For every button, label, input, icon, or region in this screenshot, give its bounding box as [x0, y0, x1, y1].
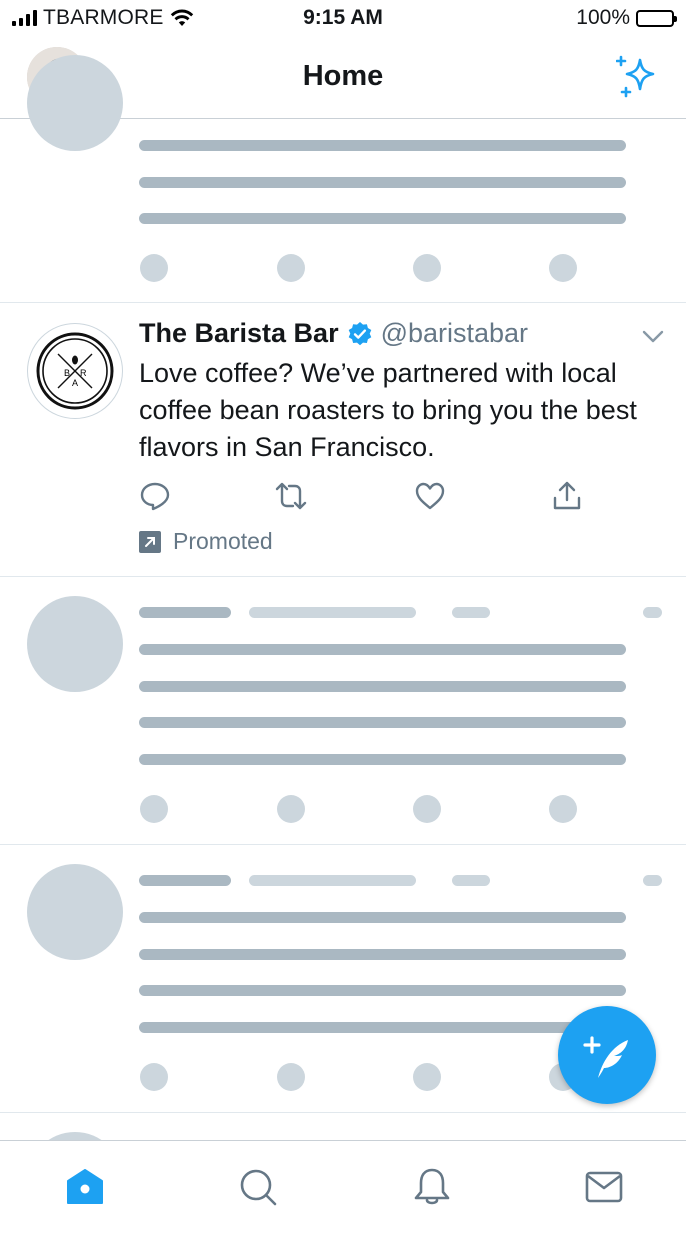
avatar-placeholder [27, 55, 123, 151]
text-placeholder [139, 985, 626, 996]
battery-percent: 100% [576, 6, 630, 29]
messages-icon[interactable] [584, 1167, 624, 1207]
handle-placeholder [249, 607, 416, 618]
logo-letter: B [64, 368, 70, 378]
promoted-icon [139, 530, 161, 553]
battery-status: 100% [576, 6, 677, 30]
text-placeholder [139, 912, 626, 923]
action-placeholder [549, 254, 577, 282]
text-placeholder [139, 177, 626, 188]
text-placeholder [139, 949, 626, 960]
tweet-header: The Barista Bar @baristabar [139, 318, 528, 349]
chevron-down-icon[interactable] [642, 330, 664, 344]
action-placeholder [277, 795, 305, 823]
notifications-icon[interactable] [412, 1167, 452, 1207]
text-placeholder [139, 717, 626, 728]
search-icon[interactable] [238, 1167, 278, 1207]
display-name[interactable]: The Barista Bar [139, 318, 339, 349]
text-placeholder [139, 754, 626, 765]
avatar-placeholder [27, 596, 123, 692]
divider [0, 576, 686, 577]
action-placeholder [140, 254, 168, 282]
name-placeholder [139, 607, 231, 618]
retweet-icon[interactable] [275, 480, 307, 512]
time-placeholder [452, 875, 490, 886]
tweet-text: Love coffee? We’ve partnered with local … [139, 358, 637, 462]
action-placeholder [140, 1063, 168, 1091]
text-placeholder [139, 1022, 626, 1033]
action-placeholder [140, 795, 168, 823]
brand-logo-icon: B R A [36, 332, 114, 410]
handle-placeholder [249, 875, 416, 886]
action-placeholder [277, 254, 305, 282]
time-placeholder [452, 607, 490, 618]
logo-letter: R [80, 368, 87, 378]
divider [0, 302, 686, 303]
name-placeholder [139, 875, 231, 886]
action-placeholder [413, 254, 441, 282]
action-placeholder [413, 795, 441, 823]
barista-bar-logo[interactable]: B R A [27, 323, 123, 419]
menu-placeholder [643, 607, 662, 618]
action-placeholder [277, 1063, 305, 1091]
promoted-label: Promoted [173, 528, 273, 554]
status-bar: TBARMORE 9:15 AM 100% [0, 0, 686, 36]
action-placeholder [413, 1063, 441, 1091]
text-placeholder [139, 213, 626, 224]
divider [0, 844, 686, 845]
text-placeholder [139, 681, 626, 692]
action-placeholder [549, 795, 577, 823]
logo-letter: A [72, 378, 78, 388]
user-handle[interactable]: @baristabar [381, 318, 528, 349]
sparkle-icon[interactable] [616, 54, 662, 100]
compose-feather-icon [583, 1036, 628, 1078]
promoted-indicator: Promoted [139, 528, 273, 555]
like-icon[interactable] [414, 480, 446, 512]
verified-badge-icon [348, 321, 371, 345]
battery-icon [636, 9, 677, 27]
text-placeholder [139, 644, 626, 655]
divider [0, 1112, 686, 1113]
avatar-placeholder [27, 864, 123, 960]
bottom-tab-bar [0, 1140, 686, 1245]
reply-icon[interactable] [139, 480, 171, 512]
share-icon[interactable] [551, 480, 583, 512]
home-icon[interactable] [65, 1167, 105, 1207]
menu-placeholder [643, 875, 662, 886]
compose-tweet-button[interactable] [558, 1006, 656, 1104]
text-placeholder [139, 140, 626, 151]
